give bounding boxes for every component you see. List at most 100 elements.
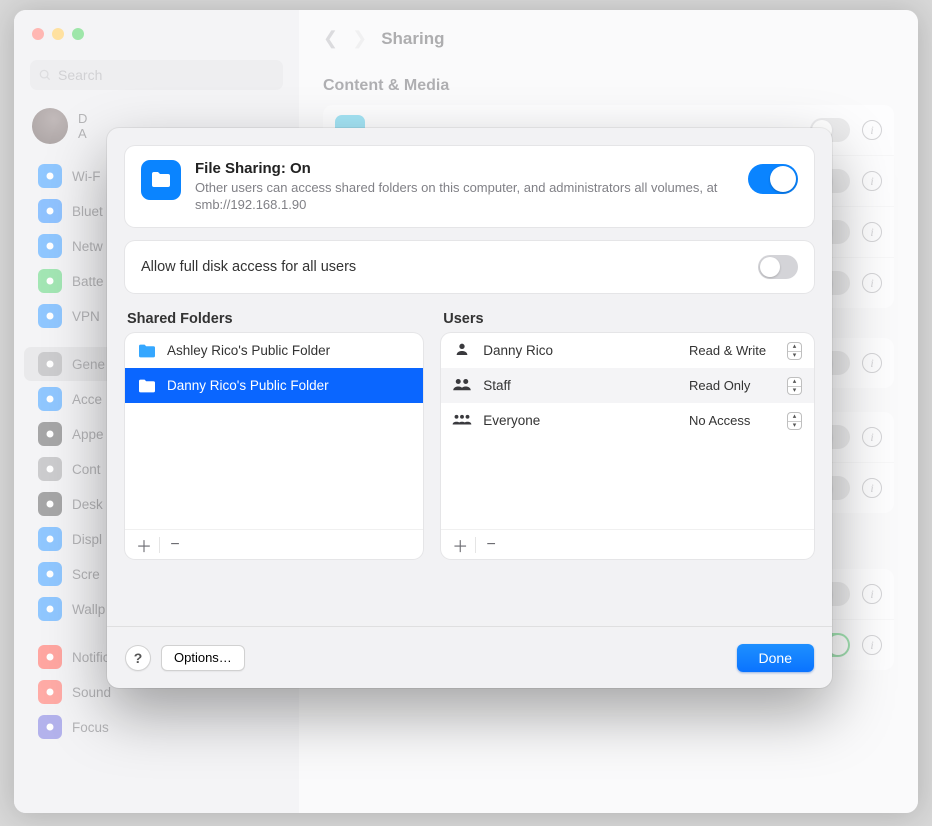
sidebar-item-label: Focus	[72, 720, 109, 735]
dock-icon	[38, 492, 62, 516]
people3-icon	[451, 411, 473, 431]
minimize-window-button[interactable]	[52, 28, 64, 40]
permission-value: Read Only	[689, 378, 750, 393]
user-name: Staff	[483, 378, 679, 393]
options-button[interactable]: Options…	[161, 645, 245, 671]
gear-icon	[38, 352, 62, 376]
close-window-button[interactable]	[32, 28, 44, 40]
search-placeholder: Search	[58, 67, 102, 83]
info-icon[interactable]: i	[862, 171, 882, 191]
file-sharing-sheet: File Sharing: On Other users can access …	[107, 128, 832, 688]
sidebar-item-label: Acce	[72, 392, 102, 407]
permission-stepper[interactable]: ▴▾	[787, 342, 802, 360]
shared-folder-row[interactable]: Danny Rico's Public Folder	[125, 368, 423, 403]
permission-stepper[interactable]: ▴▾	[787, 412, 802, 430]
acc-icon	[38, 387, 62, 411]
add-user-button[interactable]: ＋	[447, 534, 473, 556]
sidebar-item-label: Gene	[72, 357, 105, 372]
info-icon[interactable]: i	[862, 635, 882, 655]
add-shared-folder-button[interactable]: ＋	[131, 534, 157, 556]
sidebar-item-label: Sound	[72, 685, 111, 700]
app-icon	[38, 422, 62, 446]
users-header: Users	[443, 311, 812, 327]
info-icon[interactable]: i	[862, 273, 882, 293]
search-input[interactable]: Search	[30, 60, 283, 90]
sidebar-item-label: VPN	[72, 309, 100, 324]
remove-user-button[interactable]: −	[478, 534, 504, 556]
sidebar-item-label: Netw	[72, 239, 103, 254]
sidebar-item-label: Wi-F	[72, 169, 100, 184]
info-icon[interactable]: i	[862, 584, 882, 604]
user-row[interactable]: Staff Read Only ▴▾	[441, 368, 814, 403]
shared-folder-name: Ashley Rico's Public Folder	[167, 343, 330, 358]
forward-button[interactable]: ❯	[352, 28, 367, 49]
sidebar-item-focus[interactable]: Focus	[24, 710, 289, 744]
account-name: D	[78, 111, 87, 126]
full-disk-access-label: Allow full disk access for all users	[141, 259, 758, 275]
shared-folder-row[interactable]: Ashley Rico's Public Folder	[125, 333, 423, 368]
users-list: Danny Rico Read & Write ▴▾ Staff Read On…	[441, 333, 814, 559]
shared-folders-column: Shared Folders Ashley Rico's Public Fold…	[125, 311, 423, 559]
folder-icon	[137, 343, 157, 359]
vpn-icon	[38, 304, 62, 328]
file-sharing-card: File Sharing: On Other users can access …	[125, 146, 814, 227]
sidebar-item-label: Cont	[72, 462, 101, 477]
back-button[interactable]: ❮	[323, 28, 338, 49]
folder-icon	[137, 378, 157, 394]
full-disk-access-toggle[interactable]	[758, 255, 798, 279]
focus-icon	[38, 715, 62, 739]
shared-folder-name: Danny Rico's Public Folder	[167, 378, 329, 393]
sidebar-item-label: Batte	[72, 274, 104, 289]
section-header-content-media: Content & Media	[323, 77, 894, 95]
info-icon[interactable]: i	[862, 427, 882, 447]
shared-folders-list: Ashley Rico's Public Folder Danny Rico's…	[125, 333, 423, 559]
sidebar-item-label: Bluet	[72, 204, 103, 219]
zoom-window-button[interactable]	[72, 28, 84, 40]
breadcrumb: ❮ ❯ Sharing	[323, 28, 894, 49]
user-name: Everyone	[483, 413, 679, 428]
cc-icon	[38, 457, 62, 481]
done-button[interactable]: Done	[737, 644, 814, 672]
folder-share-icon	[141, 160, 181, 200]
full-disk-access-card: Allow full disk access for all users	[125, 241, 814, 293]
window-traffic-lights	[32, 28, 84, 40]
bt-icon	[38, 199, 62, 223]
sheet-footer: ? Options… Done	[107, 626, 832, 688]
permission-stepper[interactable]: ▴▾	[787, 377, 802, 395]
file-sharing-description: Other users can access shared folders on…	[195, 179, 734, 213]
battery-icon	[38, 269, 62, 293]
permission-select[interactable]: No Access ▴▾	[689, 412, 804, 430]
file-sharing-toggle[interactable]	[748, 164, 798, 194]
page-title: Sharing	[381, 29, 444, 49]
ss-icon	[38, 562, 62, 586]
sidebar-item-label: Desk	[72, 497, 103, 512]
file-sharing-title: File Sharing: On	[195, 160, 734, 177]
disp-icon	[38, 527, 62, 551]
permission-select[interactable]: Read & Write ▴▾	[689, 342, 804, 360]
permission-select[interactable]: Read Only ▴▾	[689, 377, 804, 395]
wifi-icon	[38, 164, 62, 188]
person-icon	[451, 341, 473, 361]
sound-icon	[38, 680, 62, 704]
search-icon	[38, 68, 52, 82]
notif-icon	[38, 645, 62, 669]
sidebar-item-label: Wallp	[72, 602, 105, 617]
user-row[interactable]: Everyone No Access ▴▾	[441, 403, 814, 438]
sidebar-item-label: Scre	[72, 567, 100, 582]
info-icon[interactable]: i	[862, 222, 882, 242]
account-subtitle: A	[78, 126, 87, 141]
info-icon[interactable]: i	[862, 353, 882, 373]
sidebar-item-label: Appe	[72, 427, 104, 442]
user-name: Danny Rico	[483, 343, 679, 358]
sidebar-item-label: Displ	[72, 532, 102, 547]
help-button[interactable]: ?	[125, 645, 151, 671]
user-row[interactable]: Danny Rico Read & Write ▴▾	[441, 333, 814, 368]
permission-value: No Access	[689, 413, 750, 428]
info-icon[interactable]: i	[862, 478, 882, 498]
globe-icon	[38, 234, 62, 258]
avatar	[32, 108, 68, 144]
permission-value: Read & Write	[689, 343, 766, 358]
info-icon[interactable]: i	[862, 120, 882, 140]
wp-icon	[38, 597, 62, 621]
remove-shared-folder-button[interactable]: −	[162, 534, 188, 556]
